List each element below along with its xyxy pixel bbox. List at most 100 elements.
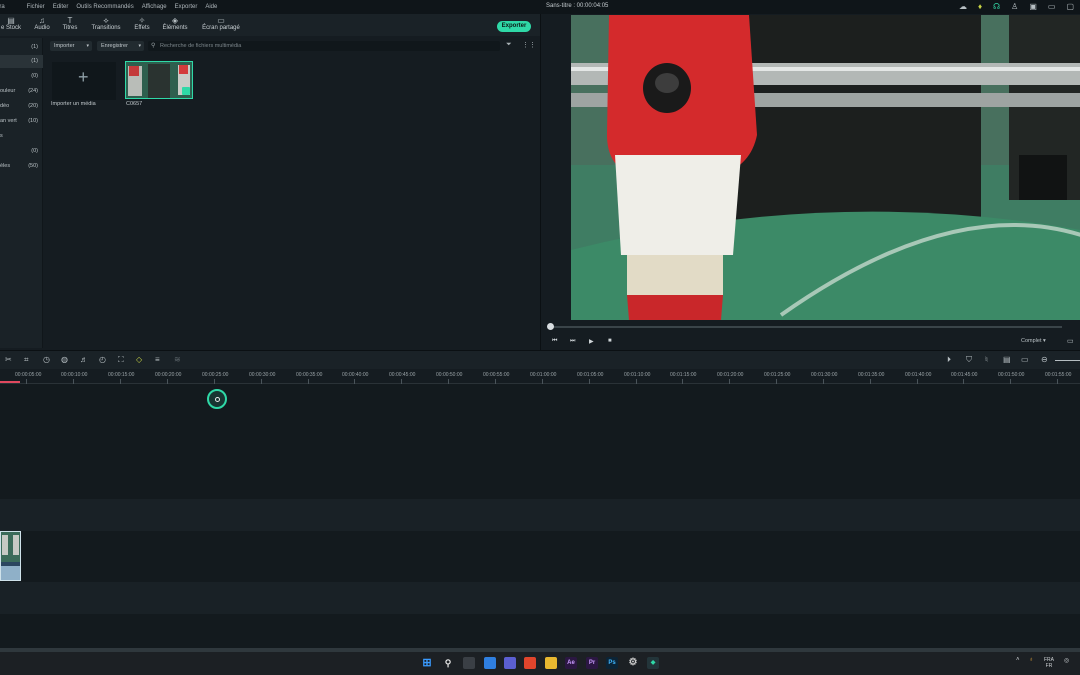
plus-icon: + xyxy=(78,67,89,87)
adjust-icon[interactable]: ≡ xyxy=(155,355,160,364)
menu-exporter[interactable]: Exporter xyxy=(171,4,202,10)
filter-icon[interactable]: ⏷ xyxy=(506,41,512,49)
import-media-label: Importer un média xyxy=(51,101,96,107)
filmora-icon[interactable]: ◆ xyxy=(647,657,659,669)
sidebar-item[interactable]: èles (50) xyxy=(0,160,43,173)
duration-icon[interactable]: ◴ xyxy=(99,355,106,364)
tab-elements[interactable]: ◈ Éléments xyxy=(161,16,189,31)
folder-icon[interactable] xyxy=(545,657,557,669)
previous-frame-icon[interactable]: ⏮ xyxy=(552,338,557,345)
sidebar-item[interactable]: déo (20) xyxy=(0,100,43,113)
tray-app-icon[interactable]: ♁ xyxy=(1029,657,1034,663)
ruler-tick: 00:00:45:00 xyxy=(389,372,416,378)
ruler-tick: 00:01:40:00 xyxy=(905,372,932,378)
widgets-icon[interactable] xyxy=(484,657,496,669)
tab-effets[interactable]: ✧ Effets xyxy=(132,16,152,31)
track-lane[interactable] xyxy=(0,582,1080,614)
document-title: Sans-titre : 00:00:04:05 xyxy=(546,3,609,9)
subtitle-icon[interactable]: ▭ xyxy=(1021,355,1029,364)
microphone-icon[interactable]: ♮ xyxy=(985,355,988,364)
media-search-input[interactable]: ⚲ Recherche de fichiers multimédia xyxy=(148,41,500,51)
chevron-down-icon: ▾ xyxy=(86,43,89,49)
menu-affichage[interactable]: Affichage xyxy=(138,4,171,10)
teams-icon[interactable] xyxy=(504,657,516,669)
quality-dropdown[interactable]: Complet ▾ xyxy=(1021,338,1046,344)
timeline-tracks[interactable] xyxy=(0,384,1080,648)
music-icon: ♫ xyxy=(39,16,45,25)
zoom-slider[interactable] xyxy=(1055,360,1080,361)
sidebar-item[interactable]: (1) xyxy=(0,41,43,54)
timeline-video-clip[interactable] xyxy=(0,531,21,581)
search-icon[interactable]: ⚲ xyxy=(442,657,454,669)
photoshop-icon[interactable]: Ps xyxy=(606,657,618,669)
window-icon[interactable]: ▢ xyxy=(1066,2,1074,11)
tab-titres[interactable]: T Titres xyxy=(60,16,80,31)
crop-icon[interactable]: ⌗ xyxy=(24,355,29,365)
stop-icon[interactable]: ■ xyxy=(608,338,612,344)
cut-icon[interactable]: ✂ xyxy=(5,355,12,364)
brave-icon[interactable] xyxy=(524,657,536,669)
timeline-ruler[interactable]: 00:00:05:00 00:00:10:00 00:00:15:00 00:0… xyxy=(0,369,1080,384)
media-sidebar: (1) (1) (0) ouleur (24) déo (20) an vert (1… xyxy=(0,38,43,348)
account-icon[interactable]: ♙ xyxy=(1011,2,1018,11)
import-media-tile[interactable]: + xyxy=(52,62,116,100)
sidebar-item[interactable]: (0) xyxy=(0,70,43,83)
export-button[interactable]: Exporter xyxy=(497,21,531,32)
minimize-icon[interactable]: ▭ xyxy=(1048,2,1056,11)
sidebar-item[interactable]: s xyxy=(0,130,43,143)
voiceover-icon[interactable]: ▤ xyxy=(1003,355,1011,364)
network-icon[interactable]: ◎ xyxy=(1064,657,1069,664)
task-view-icon[interactable] xyxy=(463,657,475,669)
sidebar-item[interactable]: (1) xyxy=(0,55,43,68)
fit-icon[interactable]: ⛶ xyxy=(118,355,124,365)
headset-icon[interactable]: ☊ xyxy=(993,2,1000,11)
language-indicator[interactable]: FRA FR xyxy=(1044,657,1054,669)
track-lane[interactable] xyxy=(0,499,1080,531)
save-dropdown[interactable]: Enregistrer ▾ xyxy=(97,41,144,51)
cloud-icon[interactable]: ☁ xyxy=(959,2,967,11)
settings-icon[interactable]: ⚙ xyxy=(627,657,639,669)
save-icon[interactable]: ▣ xyxy=(1029,2,1037,11)
shield-icon[interactable]: ⛉ xyxy=(966,355,972,365)
tab-ecran-partage[interactable]: ▭ Écran partagé xyxy=(200,16,242,31)
tab-transitions[interactable]: ⟡ Transitions xyxy=(90,16,122,31)
playhead-marker[interactable] xyxy=(0,381,20,383)
ruler-tick: 00:00:50:00 xyxy=(436,372,463,378)
waveform-icon[interactable]: ≋ xyxy=(174,355,181,364)
menu-outils[interactable]: Outils Recommandés xyxy=(72,4,137,10)
menu-aide[interactable]: Aide xyxy=(201,4,221,10)
media-clip-thumbnail[interactable] xyxy=(125,61,193,99)
ruler-tick: 00:00:10:00 xyxy=(61,372,88,378)
audio-icon[interactable]: ♬ xyxy=(80,355,88,364)
ruler-tick: 00:00:35:00 xyxy=(296,372,323,378)
tab-stock[interactable]: ▤ e Stock xyxy=(0,16,22,31)
import-dropdown[interactable]: Importer ▾ xyxy=(50,41,92,51)
grid-view-icon[interactable]: ⋮⋮ xyxy=(522,41,536,49)
bulb-icon[interactable]: ♦ xyxy=(978,2,982,11)
keyframe-icon[interactable]: ◇ xyxy=(136,355,142,364)
ruler-tick: 00:00:05:00 xyxy=(15,372,42,378)
check-icon xyxy=(182,87,190,95)
speed-icon[interactable]: ◷ xyxy=(43,355,50,364)
sidebar-item[interactable]: an vert (10) xyxy=(0,115,43,128)
after-effects-icon[interactable]: Ae xyxy=(565,657,577,669)
zoom-out-icon[interactable]: ⊖ xyxy=(1041,355,1048,364)
menu-fichier[interactable]: Fichier xyxy=(23,4,49,10)
play-icon[interactable]: ▶ xyxy=(589,338,594,345)
playback-scrubber[interactable] xyxy=(550,326,1062,328)
timeline-toolbar: ✂ ⌗ ◷ ◍ ♬ ◴ ⛶ ◇ ≡ ≋ ⏵ ⛉ ♮ ▤ ▭ ⊖ xyxy=(0,350,1080,369)
render-icon[interactable]: ⏵ xyxy=(947,355,951,365)
windows-start-icon[interactable]: ⊞ xyxy=(421,657,433,669)
color-icon[interactable]: ◍ xyxy=(61,355,68,364)
sidebar-item[interactable]: (0) xyxy=(0,145,43,158)
tab-audio[interactable]: ♫ Audio xyxy=(32,16,52,31)
step-play-icon[interactable]: ⏭ xyxy=(570,338,575,345)
ruler-tick: 00:01:25:00 xyxy=(764,372,791,378)
premiere-icon[interactable]: Pr xyxy=(586,657,598,669)
sidebar-item[interactable]: ouleur (24) xyxy=(0,85,43,98)
scrubber-handle[interactable] xyxy=(547,323,554,330)
menu-editer[interactable]: Editer xyxy=(49,4,73,10)
display-settings-icon[interactable]: ▭ xyxy=(1067,337,1074,345)
tray-chevron-icon[interactable]: ˄ xyxy=(1016,657,1020,663)
effects-icon: ✧ xyxy=(138,16,146,25)
